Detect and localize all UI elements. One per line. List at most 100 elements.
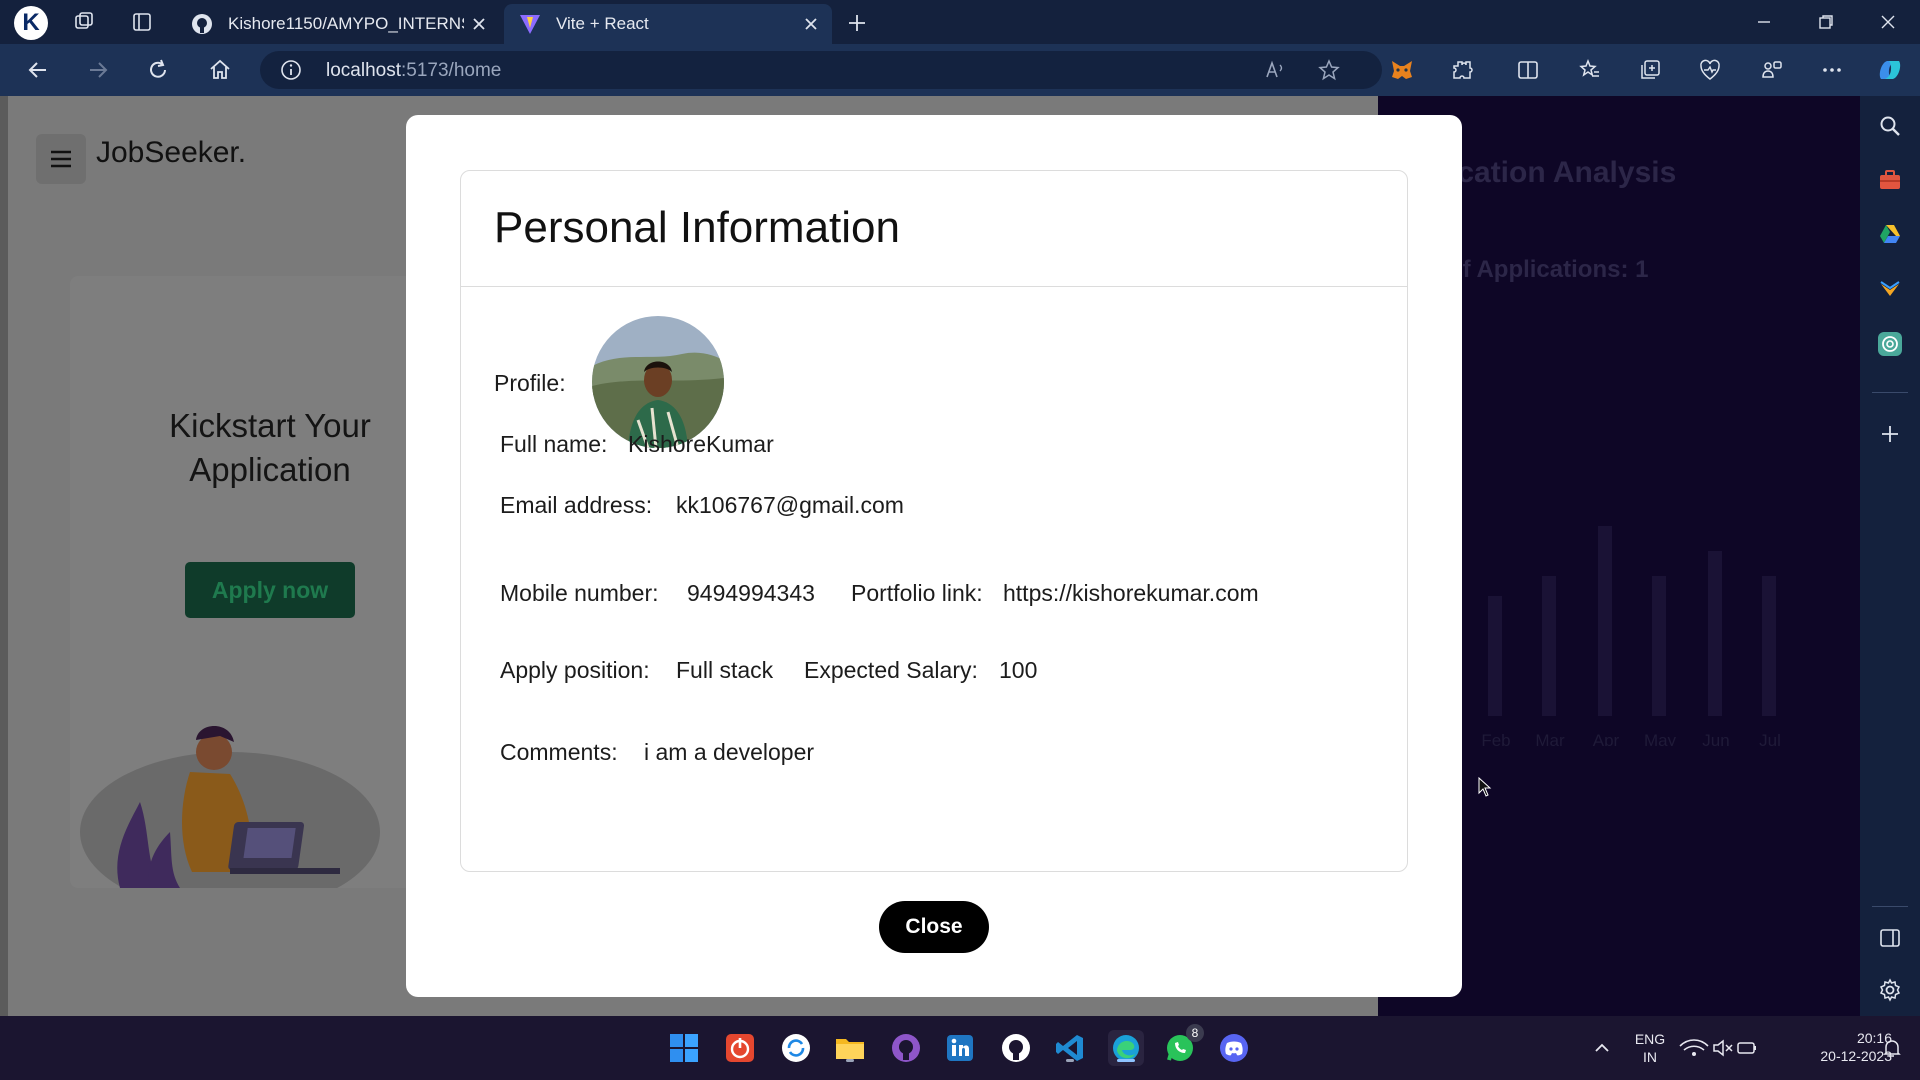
full-name-value: KishoreKumar (628, 431, 774, 457)
portfolio-value: https://kishorekumar.com (1003, 580, 1259, 606)
linkedin-icon[interactable] (942, 1030, 978, 1066)
address-bar[interactable]: localhost:5173/home (260, 51, 1382, 89)
copilot-icon[interactable] (1874, 54, 1906, 86)
profile-logo-icon[interactable]: K (14, 6, 48, 40)
close-tab-icon[interactable] (796, 9, 826, 39)
workspaces-icon[interactable] (70, 8, 98, 36)
chart-bar (1708, 551, 1722, 716)
mouse-cursor-icon (1478, 777, 1492, 797)
file-explorer-icon[interactable] (832, 1030, 868, 1066)
chart-tick-label: Feb (1481, 731, 1510, 746)
vertical-tabs-icon[interactable] (128, 8, 156, 36)
running-indicator (1066, 1059, 1074, 1062)
forward-icon[interactable] (82, 54, 114, 86)
google-drive-icon[interactable] (1874, 218, 1906, 250)
close-window-icon[interactable] (1868, 6, 1908, 38)
favorite-star-icon[interactable] (1316, 57, 1342, 83)
comments-value: i am a developer (644, 739, 815, 765)
refresh-icon[interactable] (142, 54, 174, 86)
windows-taskbar: 8 ENG IN 20:16 20-12-2023 (0, 1016, 1920, 1080)
url-text[interactable]: localhost:5173/home (326, 60, 501, 82)
restore-icon[interactable] (1806, 6, 1846, 38)
chart-bar (1652, 576, 1666, 716)
more-options-icon[interactable] (1816, 54, 1848, 86)
sync-app-icon[interactable] (778, 1030, 814, 1066)
windows-start-icon[interactable] (666, 1030, 702, 1066)
chatgpt-icon[interactable] (1874, 328, 1906, 360)
new-tab-icon[interactable] (842, 8, 872, 38)
back-icon[interactable] (22, 54, 54, 86)
edge-sidebar (1860, 96, 1920, 1016)
profile-avatar (592, 316, 724, 448)
discord-icon[interactable] (1216, 1030, 1252, 1066)
tab-github[interactable]: Kishore1150/AMYPO_INTERNSHI (176, 4, 500, 44)
region-code: IN (1643, 1049, 1657, 1065)
mobile-value: 9494994343 (687, 580, 815, 606)
add-sidebar-app-icon[interactable] (1874, 418, 1906, 450)
chart-tick-label: Jul (1759, 731, 1781, 746)
browser-essentials-icon[interactable] (1694, 54, 1726, 86)
brand-logo[interactable]: JobSeeker. (96, 136, 246, 170)
active-indicator (1117, 1059, 1135, 1062)
github-icon[interactable] (998, 1030, 1034, 1066)
sidebar-divider (1872, 906, 1908, 907)
position-label: Apply position: (500, 657, 650, 683)
close-button[interactable]: Close (879, 901, 989, 953)
minimize-icon[interactable] (1744, 6, 1784, 38)
edge-browser-icon[interactable] (1108, 1030, 1144, 1066)
whatsapp-icon[interactable]: 8 (1162, 1024, 1204, 1066)
chart-tick-label: May (1644, 731, 1677, 746)
search-icon[interactable] (1874, 110, 1906, 142)
favorites-icon[interactable] (1574, 54, 1606, 86)
mobile-label: Mobile number: (500, 580, 659, 606)
tab-title: Kishore1150/AMYPO_INTERNSHI (228, 14, 464, 33)
chart-bar (1762, 576, 1776, 716)
notifications-bell-icon[interactable] (1874, 1030, 1910, 1066)
tab-vite-react[interactable]: Vite + React (504, 4, 832, 44)
menu-icon[interactable] (36, 134, 86, 184)
close-tab-icon[interactable] (464, 9, 494, 39)
extensions-icon[interactable] (1446, 54, 1478, 86)
collections-icon[interactable] (1634, 54, 1666, 86)
browser-tab-bar: K Kishore1150/AMYPO_INTERNSHI Vite + Rea… (0, 0, 1920, 44)
site-info-icon[interactable] (280, 59, 302, 81)
hide-sidebar-icon[interactable] (1874, 922, 1906, 954)
personal-info-modal: Personal Information Profile: Full name:… (406, 115, 1492, 997)
email-label: Email address: (500, 492, 653, 518)
apply-now-button[interactable]: Apply now (185, 562, 355, 618)
position-value: Full stack (676, 657, 774, 683)
power-app-icon[interactable] (722, 1030, 758, 1066)
vscode-icon[interactable] (1052, 1030, 1088, 1066)
chart-tick-label: Mar (1535, 731, 1565, 746)
salary-label: Expected Salary: (804, 657, 978, 683)
salary-value: 100 (999, 657, 1038, 683)
email-value: kk106767@gmail.com (676, 492, 904, 518)
game-assist-icon[interactable] (1874, 272, 1906, 304)
running-indicator (846, 1059, 854, 1062)
profile-label: Profile: (494, 370, 566, 396)
metamask-extension-icon[interactable] (1386, 54, 1418, 86)
language-indicator[interactable]: ENG IN (1626, 1030, 1674, 1066)
vite-icon (518, 12, 542, 36)
portfolio-label: Portfolio link: (851, 580, 983, 606)
personal-info-card: Personal Information Profile: Full name:… (460, 170, 1408, 872)
tab-title: Vite + React (556, 14, 649, 33)
github-icon (190, 12, 214, 36)
settings-gear-icon[interactable] (1874, 974, 1906, 1006)
url-path: :5173/home (401, 60, 502, 81)
feedback-icon[interactable] (1756, 54, 1788, 86)
full-name-label: Full name: (500, 431, 608, 457)
chart-bar (1488, 596, 1502, 716)
modal-title: Personal Information (494, 203, 900, 252)
chart-bar (1542, 576, 1556, 716)
person-laptop-illustration (80, 726, 380, 888)
system-tray-status[interactable] (1678, 1030, 1758, 1066)
show-hidden-icons-chevron-up-icon[interactable] (1584, 1030, 1620, 1066)
sidebar-divider (1872, 392, 1908, 393)
home-icon[interactable] (204, 54, 236, 86)
github-desktop-icon[interactable] (888, 1030, 924, 1066)
split-screen-icon[interactable] (1512, 54, 1544, 86)
chart-bar (1598, 526, 1612, 716)
tools-briefcase-icon[interactable] (1874, 164, 1906, 196)
read-aloud-icon[interactable] (1262, 57, 1288, 83)
